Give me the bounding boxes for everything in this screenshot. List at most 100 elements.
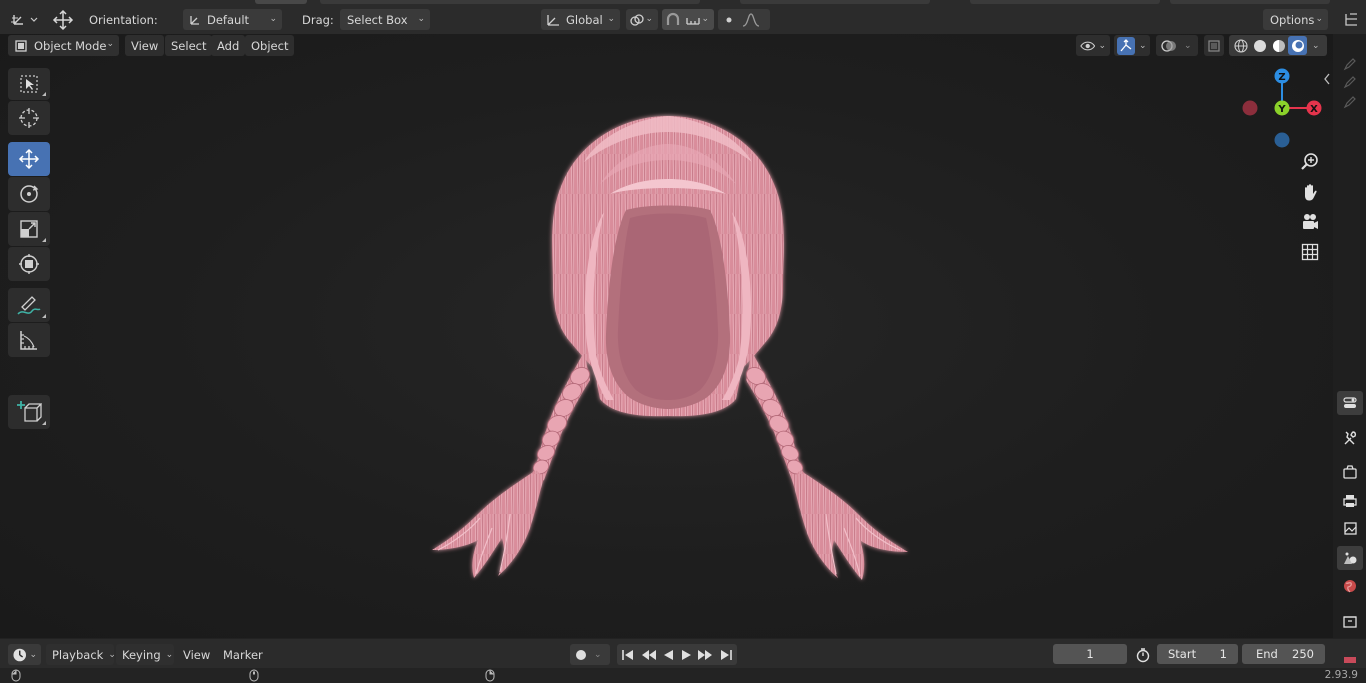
chevron-down-icon: ⌄ — [29, 649, 37, 660]
gizmo-neg-x[interactable] — [1242, 100, 1258, 116]
falloff-curve-icon — [742, 12, 760, 27]
ortho-toggle-button[interactable] — [1298, 240, 1322, 264]
hair-object[interactable] — [0, 34, 1333, 638]
status-bar: 2.93.9 — [0, 668, 1366, 683]
orientation-value: Default — [207, 12, 250, 27]
view-layer-selector[interactable] — [1170, 0, 1330, 4]
zoom-magnifier-icon — [1301, 153, 1318, 170]
tab-tool[interactable] — [1337, 426, 1363, 450]
chevron-down-icon: ⌄ — [269, 14, 277, 24]
pencil-icon — [1343, 58, 1356, 71]
menu-timeline-view[interactable]: View — [177, 644, 216, 665]
drag-dropdown[interactable]: Select Box ⌄ — [340, 9, 430, 30]
stopwatch-icon — [1136, 648, 1150, 663]
play-reverse-icon[interactable] — [661, 648, 675, 662]
jump-start-icon[interactable] — [620, 648, 636, 662]
pan-button[interactable] — [1298, 180, 1322, 204]
zoom-button[interactable] — [1298, 150, 1322, 174]
move-icon — [52, 9, 74, 31]
pivot-icon — [629, 12, 645, 28]
end-frame-value: 250 — [1292, 647, 1314, 661]
mouse-middle-icon — [248, 669, 260, 682]
wrench-screwdriver-icon — [1344, 431, 1357, 445]
menu-keying[interactable]: Keying ⌄ — [116, 644, 174, 665]
tab-tool-settings[interactable] — [1337, 391, 1363, 415]
snap-increment-icon — [685, 12, 701, 28]
current-frame-field[interactable]: 1 — [1053, 644, 1127, 664]
workspace-tabs-more[interactable] — [740, 0, 930, 4]
workspace-tabs[interactable] — [320, 0, 700, 4]
record-dot-icon — [576, 649, 586, 660]
chevron-down-icon: ⌄ — [165, 649, 174, 660]
timeline-header: ⌄ Playback ⌄ Keying ⌄ View Marker ⌄ 1 St… — [0, 638, 1366, 668]
jump-keyframe-back-icon[interactable] — [640, 648, 658, 662]
chevron-down-icon: ⌄ — [108, 649, 116, 660]
tab-render[interactable] — [1337, 460, 1363, 484]
navigation-gizmo[interactable]: Z Y X — [1237, 64, 1327, 154]
preview-range-toggle[interactable] — [1134, 646, 1152, 664]
menu-playback-label: Playback — [52, 647, 104, 662]
properties-editor-tabs — [1333, 34, 1366, 638]
drag-value: Select Box — [347, 12, 408, 27]
collection-box-icon — [1343, 616, 1357, 628]
world-globe-icon — [1344, 580, 1356, 593]
start-frame-label: Start — [1168, 647, 1197, 661]
tab-collection[interactable] — [1337, 609, 1363, 633]
clock-icon — [13, 648, 27, 661]
start-frame-field[interactable]: Start 1 — [1157, 644, 1238, 664]
play-icon[interactable] — [679, 648, 693, 662]
proportional-editing[interactable] — [718, 9, 770, 30]
start-frame-value: 1 — [1219, 647, 1227, 661]
version-label: 2.93.9 — [1324, 669, 1358, 681]
tab-scene[interactable] — [1337, 546, 1363, 570]
render-camera-icon — [1343, 465, 1357, 479]
printer-icon — [1343, 495, 1357, 507]
hand-icon — [1305, 184, 1317, 201]
edit-pin-3[interactable] — [1337, 90, 1363, 114]
tab-output[interactable] — [1337, 489, 1363, 513]
options-dropdown[interactable]: Options ⌄ — [1263, 9, 1328, 30]
playback-controls — [617, 644, 737, 665]
3d-viewport[interactable]: Object Mode ⌄ View Select Add Object ⌄ ⌄… — [0, 34, 1333, 638]
menu-marker[interactable]: Marker — [217, 644, 269, 665]
jump-keyframe-forward-icon[interactable] — [696, 648, 714, 662]
chevron-down-icon: ⌄ — [607, 14, 615, 24]
options-label: Options — [1270, 12, 1315, 27]
pivot-point-dropdown[interactable]: ⌄ — [626, 9, 658, 30]
auto-keying-button[interactable]: ⌄ — [570, 644, 610, 665]
chevron-down-icon: ⌄ — [701, 14, 709, 24]
chevron-down-icon: ⌄ — [1315, 14, 1323, 24]
sidebar-toggle[interactable] — [1322, 72, 1332, 86]
chevron-down-icon: ⌄ — [594, 649, 602, 660]
orientation-dropdown[interactable]: Default ⌄ — [183, 9, 282, 30]
editor-type-button[interactable] — [10, 10, 40, 30]
pencil-icon — [1343, 96, 1356, 109]
jump-end-icon[interactable] — [718, 648, 734, 662]
workspace-tab-active[interactable] — [255, 0, 307, 4]
hair-mesh — [432, 116, 908, 580]
magnet-icon — [665, 12, 681, 28]
end-frame-label: End — [1256, 647, 1278, 661]
gizmo-label-x: X — [1310, 104, 1318, 115]
timeline-editor-type[interactable]: ⌄ — [8, 644, 41, 665]
mouse-right-icon — [484, 669, 496, 682]
chevron-down-icon: ⌄ — [417, 14, 425, 24]
gizmo-label-z: Z — [1278, 72, 1285, 83]
menu-playback[interactable]: Playback ⌄ — [46, 644, 116, 665]
scene-selector[interactable] — [970, 0, 1160, 4]
snap-toggle[interactable]: ⌄ — [662, 9, 714, 30]
end-frame-field[interactable]: End 250 — [1242, 644, 1325, 664]
orientation-icon — [188, 13, 202, 27]
tool-settings-header: Orientation: Default ⌄ Drag: Select Box … — [0, 0, 1366, 34]
tab-view-layer[interactable] — [1337, 517, 1363, 541]
image-layers-icon — [1344, 522, 1357, 535]
pencil-icon — [1343, 76, 1356, 89]
transform-orientation-dropdown[interactable]: Global ⌄ — [541, 9, 620, 30]
gizmo-neg-z[interactable] — [1274, 132, 1290, 148]
active-tool-icon — [50, 8, 76, 32]
tab-world[interactable] — [1337, 574, 1363, 598]
camera-view-button[interactable] — [1298, 210, 1322, 234]
transform-axes-icon — [11, 15, 38, 25]
outliner-icon — [1345, 13, 1357, 26]
outliner-toggle[interactable] — [1342, 10, 1362, 30]
